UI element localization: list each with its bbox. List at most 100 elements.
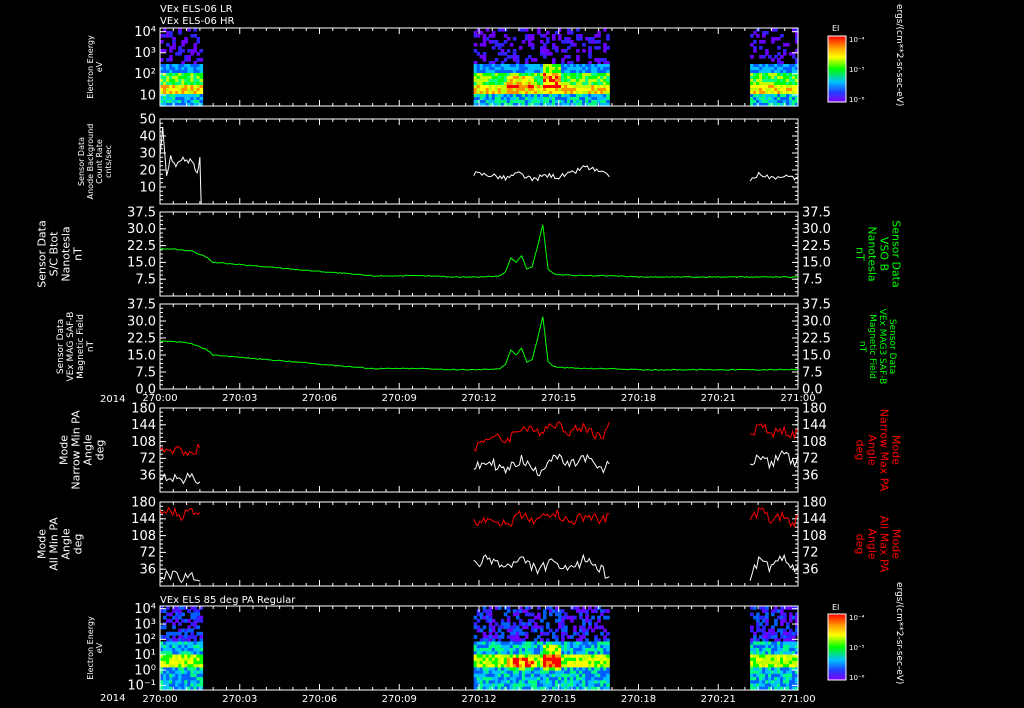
spectrogram-cell xyxy=(163,28,167,32)
x-tick-label: 270:06 xyxy=(302,393,337,404)
spectrogram-cell xyxy=(606,641,610,646)
year-label-bottom: 2014 xyxy=(100,693,125,704)
x-tick-label: 270:09 xyxy=(382,393,417,404)
spectrogram-cell xyxy=(187,641,191,646)
spectrogram-cell xyxy=(193,625,197,630)
spectrogram-cell xyxy=(500,618,505,623)
y-tick-label: 15.0 xyxy=(127,256,156,271)
series-trace-red xyxy=(750,423,799,439)
series-trace-white xyxy=(159,569,201,584)
spectrogram-cell xyxy=(558,641,562,646)
spectrogram-cell xyxy=(783,52,787,56)
series-trace-red xyxy=(749,507,799,529)
y-axis-label-right: ModeNarrow Max PAAngledeg xyxy=(853,409,902,492)
spectrogram-cell xyxy=(199,683,204,688)
spectrogram-cell xyxy=(533,683,538,688)
spectrogram-cell xyxy=(512,58,517,62)
spectrogram-cell xyxy=(193,34,197,38)
spectrogram-cell xyxy=(753,49,757,53)
spectrogram-cell xyxy=(786,43,790,47)
series-trace-red xyxy=(159,443,201,457)
spectrogram-cell xyxy=(533,651,538,655)
spectrogram-cell xyxy=(178,673,182,678)
header-line1: VEx ELS-06 LR xyxy=(160,4,233,15)
spectrogram-cell xyxy=(606,609,610,613)
spectrogram-cell xyxy=(533,641,538,646)
y-tick-label: 36 xyxy=(139,563,156,578)
y-axis-label-right-line: nT xyxy=(853,247,866,261)
y-tick-label: 36 xyxy=(139,469,156,484)
spectrogram-cell xyxy=(765,609,769,613)
spectrogram-cell xyxy=(181,612,185,617)
spectrogram-cell xyxy=(163,641,167,646)
spectrogram-cell xyxy=(570,635,574,639)
y-tick-label-right: 144 xyxy=(802,512,827,527)
y-tick-label: 10³ xyxy=(134,617,156,632)
series-trace-green xyxy=(159,316,799,371)
y-tick-label: 30.0 xyxy=(127,222,156,237)
colorbar-bottom-units: ergs/(cm**2-sr-sec-eV) xyxy=(894,582,904,684)
spectrogram-cell xyxy=(193,651,197,655)
spectrogram-cell xyxy=(473,43,478,47)
spectrogram-cell xyxy=(549,612,553,617)
spectrogram-cell xyxy=(765,618,769,623)
spectrogram-cell xyxy=(187,609,191,613)
year-label-mid: 2014 xyxy=(100,394,125,405)
spectrogram-cell xyxy=(506,37,511,41)
spectrogram-cell xyxy=(488,34,493,38)
y-tick-label: 37.5 xyxy=(127,297,156,312)
spectrogram-cell xyxy=(561,609,565,613)
y-tick-label: 10³ xyxy=(134,46,156,61)
y-tick-label: 37.5 xyxy=(127,205,156,220)
spectrogram-cell xyxy=(606,683,610,688)
header-line2: VEx ELS-06 HR xyxy=(160,16,235,27)
spectrogram-cell xyxy=(582,673,586,678)
spectrogram-cell xyxy=(606,660,610,665)
spectrogram-cell xyxy=(780,622,784,626)
spectrogram-cell xyxy=(567,55,571,59)
spectrogram-cell xyxy=(588,55,592,59)
y-tick-label-right: 72 xyxy=(802,546,819,561)
y-tick-label: 144 xyxy=(131,512,156,527)
y-axis-label-line: Sensor Data xyxy=(77,137,86,186)
spectrogram-cell xyxy=(169,618,173,623)
y-axis-label: Sensor Data Anode Background Count Rate cnt… xyxy=(77,124,113,200)
y-tick-label-right: 37.5 xyxy=(802,205,831,220)
spectrogram-cell xyxy=(582,641,586,646)
spectrogram-cell xyxy=(488,631,493,636)
spectrogram-cell xyxy=(169,58,173,62)
spectrogram-cell xyxy=(524,631,529,636)
spectrogram-cell xyxy=(606,46,610,50)
spectrogram-cell xyxy=(512,641,517,646)
spectrogram-cell xyxy=(193,641,197,646)
spectrogram-cell xyxy=(533,660,538,665)
spectrogram-cell xyxy=(169,49,173,53)
spectrogram-cell xyxy=(488,40,493,44)
spectrogram-cell xyxy=(756,34,760,38)
panel-frame xyxy=(159,211,799,297)
spectrogram-cell xyxy=(190,631,194,636)
spectrogram-cell xyxy=(573,43,577,47)
panel-all_pa: 180 180 144 144 108 108 72 72 36 36 Mode All Min PA… xyxy=(36,495,902,587)
spectrogram-cell xyxy=(482,625,487,630)
spectrogram-cell xyxy=(169,612,173,617)
x-tick-label: 270:00 xyxy=(142,694,177,705)
y-tick-label: 72 xyxy=(139,452,156,467)
y-axis-label-line: Magnetic Field xyxy=(76,314,86,379)
y-tick-label-right: 108 xyxy=(802,529,827,544)
spectrogram-cell xyxy=(606,631,610,636)
spectrogram-cell xyxy=(494,58,499,62)
spectrogram-cell xyxy=(172,46,176,50)
spectrogram-cell xyxy=(533,615,538,620)
spectrogram-cell xyxy=(488,683,493,688)
x-tick-label: 270:00 xyxy=(142,393,177,404)
y-axis-label-line: nT xyxy=(72,247,85,261)
y-tick-label-right: 37.5 xyxy=(802,297,831,312)
spectrogram-cell xyxy=(178,683,182,688)
spectrogram-cell xyxy=(497,606,502,610)
y-tick-label: 144 xyxy=(131,418,156,433)
spectrogram-cell xyxy=(488,651,493,655)
series-trace-white xyxy=(473,553,610,579)
y-tick-label: 30 xyxy=(139,146,156,161)
spectrogram-cell xyxy=(160,40,164,44)
